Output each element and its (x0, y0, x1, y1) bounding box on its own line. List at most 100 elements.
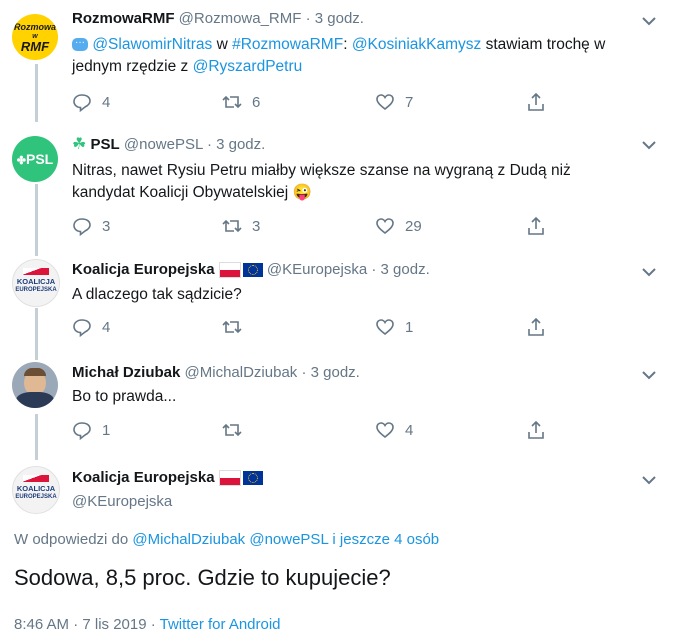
handle[interactable]: @nowePSL (124, 136, 203, 153)
clover-icon: ✤ (16, 155, 26, 167)
handle[interactable]: @KEuropejska (267, 261, 367, 278)
retweet-button[interactable] (222, 419, 252, 441)
clover-icon: ☘ (72, 136, 87, 153)
heart-icon (376, 319, 394, 336)
retweet-icon (222, 423, 242, 437)
text: Bo to prawda... (72, 388, 177, 405)
separator: · (206, 136, 212, 153)
avatar-text: KOALICJA (16, 277, 56, 286)
mention-link[interactable]: @SlawomirNitras (92, 36, 212, 53)
flag-stripe (23, 475, 49, 482)
text: jednym rzędzie z (72, 58, 193, 75)
tweet-header: Koalicja Europejska @KEuropejska · 3 god… (72, 261, 430, 279)
retweet-button[interactable]: 6 (222, 91, 260, 113)
avatar-text: RMF (20, 39, 50, 54)
separator: · (301, 364, 307, 381)
others-link[interactable]: i jeszcze 4 osób (332, 531, 439, 548)
handle[interactable]: @KEuropejska (72, 493, 172, 510)
tweet[interactable]: KOALICJA EUROPEJSKA Koalicja Europejska … (0, 257, 680, 357)
share-icon (528, 216, 544, 235)
avatar[interactable]: KOALICJA EUROPEJSKA (12, 466, 60, 514)
tweet-text: Nitras, nawet Rysiu Petru miałby większe… (72, 160, 571, 204)
tweet[interactable]: Michał Dziubak @MichalDziubak · 3 godz. … (0, 357, 680, 460)
share-button[interactable] (526, 419, 546, 441)
poland-flag-icon (218, 262, 241, 279)
reply-button[interactable]: 4 (72, 91, 110, 113)
tweet-actions: 1 4 (72, 419, 552, 441)
share-button[interactable] (526, 91, 546, 113)
tweet-text: Bo to prawda... (72, 386, 176, 408)
like-button[interactable]: 7 (375, 91, 413, 113)
retweet-count: 3 (252, 217, 261, 235)
reply-icon (73, 319, 91, 337)
display-name[interactable]: RozmowaRMF (72, 10, 175, 27)
like-count: 7 (405, 93, 414, 111)
separator: · (371, 261, 377, 278)
heart-icon (376, 218, 394, 235)
avatar-text: EUROPEJSKA (15, 494, 57, 500)
reply-button[interactable]: 3 (72, 215, 110, 237)
eu-flag-icon (242, 471, 263, 486)
reply-button[interactable]: 4 (72, 316, 110, 338)
like-count: 29 (405, 217, 422, 235)
retweet-icon (222, 320, 242, 334)
share-button[interactable] (526, 215, 546, 237)
chevron-down-icon[interactable] (640, 263, 658, 281)
tweet[interactable]: Rozmowa w RMF RozmowaRMF @Rozmowa_RMF · … (0, 0, 680, 122)
flag-stripe (23, 268, 49, 275)
tweet-text: A dlaczego tak sądzicie? (72, 284, 242, 306)
display-name[interactable]: Michał Dziubak (72, 364, 180, 381)
avatar[interactable]: Rozmowa w RMF (12, 14, 58, 60)
share-button[interactable] (526, 316, 546, 338)
timestamp[interactable]: 8:46 AM · 7 lis 2019 · (14, 616, 160, 633)
reply-button[interactable]: 1 (72, 419, 110, 441)
chevron-down-icon[interactable] (640, 136, 658, 154)
mention-link[interactable]: @nowePSL (249, 531, 328, 548)
timestamp[interactable]: 3 godz. (315, 10, 364, 27)
mention-link[interactable]: @MichalDziubak (132, 531, 245, 548)
mention-link[interactable]: @RyszardPetru (193, 58, 303, 75)
like-button[interactable]: 4 (375, 419, 413, 441)
timestamp[interactable]: 3 godz. (381, 261, 430, 278)
handle[interactable]: @MichalDziubak (185, 364, 298, 381)
reply-icon (73, 94, 91, 112)
avatar[interactable] (12, 362, 58, 408)
tweet-actions: 4 1 (72, 316, 552, 338)
chevron-down-icon[interactable] (640, 366, 658, 384)
share-icon (528, 92, 544, 111)
tweet-header: Michał Dziubak @MichalDziubak · 3 godz. (72, 364, 360, 381)
display-name[interactable]: Koalicja Europejska (72, 469, 215, 486)
tweet[interactable]: ✤PSL ☘ PSL @nowePSL · 3 godz. Nitras, na… (0, 122, 680, 257)
main-tweet-text: Sodowa, 8,5 proc. Gdzie to kupujecie? (14, 565, 391, 590)
tweet-meta: 8:46 AM · 7 lis 2019 · Twitter for Andro… (14, 616, 281, 633)
timestamp[interactable]: 3 godz. (311, 364, 360, 381)
like-button[interactable]: 1 (375, 316, 413, 338)
text: Nitras, nawet Rysiu Petru miałby większe… (72, 162, 571, 179)
text: W odpowiedzi do (14, 531, 133, 548)
retweet-icon (222, 219, 242, 233)
chevron-down-icon[interactable] (640, 12, 658, 30)
retweet-button[interactable] (222, 316, 252, 338)
reply-count: 1 (102, 421, 111, 439)
source-link[interactable]: Twitter for Android (160, 616, 281, 633)
reply-count: 3 (102, 217, 111, 235)
retweet-button[interactable]: 3 (222, 215, 260, 237)
avatar[interactable]: ✤PSL (12, 136, 58, 182)
hashtag-link[interactable]: #RozmowaRMF (232, 36, 343, 53)
text: A dlaczego tak sądzicie? (72, 286, 242, 303)
avatar-text: EUROPEJSKA (15, 287, 57, 293)
like-button[interactable]: 29 (375, 215, 422, 237)
chevron-down-icon[interactable] (640, 471, 658, 489)
handle[interactable]: @Rozmowa_RMF (179, 10, 302, 27)
separator: · (305, 10, 311, 27)
like-count: 1 (405, 318, 414, 336)
retweet-count: 6 (252, 93, 261, 111)
display-name[interactable]: Koalicja Europejska (72, 261, 215, 278)
display-name[interactable]: PSL (91, 136, 120, 153)
mention-link[interactable]: @KosiniakKamysz (352, 36, 481, 53)
avatar[interactable]: KOALICJA EUROPEJSKA (12, 259, 60, 307)
like-count: 4 (405, 421, 414, 439)
timestamp[interactable]: 3 godz. (216, 136, 265, 153)
reply-count: 4 (102, 93, 111, 111)
reply-context: W odpowiedzi do @MichalDziubak @nowePSL … (14, 531, 439, 548)
